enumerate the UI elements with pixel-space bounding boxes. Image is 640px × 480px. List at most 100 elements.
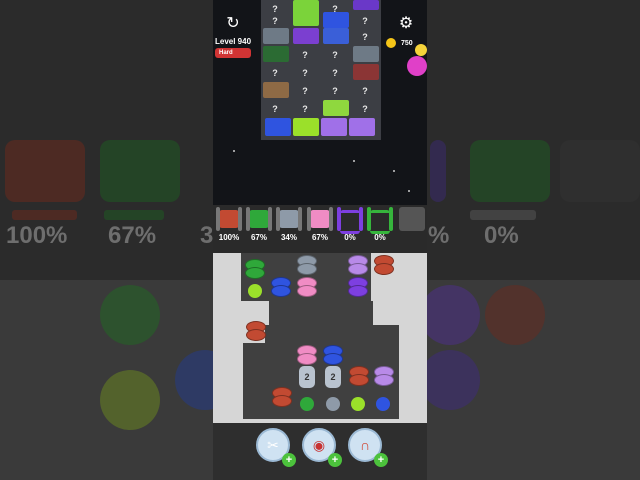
spool-percent: 34% <box>280 233 297 242</box>
ring-lavender[interactable] <box>348 263 368 275</box>
add-booster-button[interactable]: + <box>328 453 342 467</box>
restart-button[interactable]: ↻ <box>224 14 242 32</box>
spool-empty-slot <box>399 207 425 231</box>
difficulty-badge: Hard <box>215 48 251 58</box>
star <box>233 150 235 152</box>
bg-percent-5: 0% <box>484 222 519 249</box>
spool-percent: 0% <box>344 233 356 242</box>
hidden-cell: ? <box>362 31 368 42</box>
settings-button[interactable]: ⚙ <box>397 14 415 32</box>
ring-red[interactable] <box>374 263 394 275</box>
coin-count: 750 <box>401 40 413 47</box>
hidden-cell: ? <box>332 85 338 96</box>
spool-percent: 0% <box>374 233 386 242</box>
star <box>393 170 395 172</box>
pin-gray[interactable] <box>326 397 340 411</box>
bg-ring-purple <box>420 285 480 345</box>
level-label: Level 940 <box>215 37 252 46</box>
spool-percent: 100% <box>218 233 240 242</box>
pin-blue[interactable] <box>376 397 390 411</box>
hidden-cell: ? <box>332 67 338 78</box>
bg-ring-green <box>100 285 160 345</box>
spool-pink <box>307 207 333 231</box>
hidden-cell: ? <box>272 15 278 26</box>
star <box>353 160 355 162</box>
spool-green <box>246 207 272 231</box>
magnet-icon: ∩ <box>359 437 371 453</box>
bg-percent-1: 100% <box>6 222 68 249</box>
ring-red[interactable] <box>272 395 292 407</box>
fabric-block <box>293 0 319 26</box>
fabric-block-violet[interactable] <box>321 118 347 136</box>
ring-red[interactable] <box>349 374 369 386</box>
hidden-cell: ? <box>302 67 308 78</box>
hidden-cell: ? <box>362 85 368 96</box>
hidden-cell: ? <box>272 67 278 78</box>
star <box>408 190 410 192</box>
bg-progress-red <box>12 210 77 220</box>
game-screen: ? ? ? ? ? ? ? ? ? ? ? ? ? ? ? ? ↻ Level … <box>213 0 427 480</box>
fabric-block-lime[interactable] <box>293 118 319 136</box>
restart-icon: ↻ <box>226 15 240 32</box>
hidden-cell: ? <box>302 85 308 96</box>
spool-red <box>216 207 242 231</box>
bg-percent-2: 67% <box>108 222 157 249</box>
fabric-block <box>263 46 289 62</box>
bg-ring-lime <box>100 370 160 430</box>
fabric-block <box>353 0 379 10</box>
button-decoration-icon <box>407 56 427 76</box>
ring-purple[interactable] <box>348 285 368 297</box>
spool-percent: 67% <box>250 233 267 242</box>
ring-green[interactable] <box>245 267 265 279</box>
bg-percent-3: 3 <box>200 222 214 249</box>
fabric-block <box>323 28 349 44</box>
add-booster-button[interactable]: + <box>282 453 296 467</box>
ring-gray[interactable] <box>297 263 317 275</box>
bg-ring-red <box>485 285 545 345</box>
spool-gray <box>276 207 302 231</box>
fabric-block <box>263 28 289 44</box>
ring-lavender[interactable] <box>374 374 394 386</box>
spool-percent: 67% <box>311 233 328 242</box>
spool-green-empty <box>367 207 393 234</box>
fabric-block-blue[interactable] <box>265 118 291 136</box>
button-decoration-icon <box>415 44 427 56</box>
hidden-cell: ? <box>362 15 368 26</box>
fabric-block <box>293 28 319 44</box>
pin-green[interactable] <box>300 397 314 411</box>
fabric-block <box>353 64 379 80</box>
bg-progress-green <box>104 210 164 220</box>
hidden-cell: ? <box>272 103 278 114</box>
scissors-icon: ✂ <box>267 436 279 453</box>
spool-purple <box>337 207 363 234</box>
bg-spool-green-2 <box>470 140 550 202</box>
fabric-block-violet-2[interactable] <box>349 118 375 136</box>
bg-spool-empty <box>560 140 640 202</box>
hidden-cell: ? <box>362 103 368 114</box>
fabric-block <box>353 46 379 62</box>
add-booster-button[interactable]: + <box>374 453 388 467</box>
ring-red[interactable] <box>246 329 266 341</box>
fabric-block <box>323 12 349 28</box>
ring-blue[interactable] <box>271 285 291 297</box>
hidden-cell: ? <box>332 49 338 60</box>
locked-stack[interactable]: 2 <box>299 366 315 388</box>
fabric-block <box>263 82 289 98</box>
puzzle-grid: 2 2 <box>213 253 427 423</box>
pin-lime[interactable] <box>351 397 365 411</box>
ring-pink[interactable] <box>297 285 317 297</box>
spool-row: 100% 67% 34% 67% 0% 0% <box>213 205 427 253</box>
bg-percent-4: % <box>428 222 450 249</box>
gear-icon: ⚙ <box>398 15 414 32</box>
ring-pink[interactable] <box>297 353 317 365</box>
bg-spool-green <box>100 140 180 202</box>
thread-spool-icon: ◉ <box>312 436 326 453</box>
pin-lime[interactable] <box>248 284 262 298</box>
bg-spool-red <box>5 140 85 202</box>
hidden-cell: ? <box>302 49 308 60</box>
grid-region <box>269 301 373 325</box>
coin-icon <box>386 38 396 48</box>
ring-blue[interactable] <box>323 353 343 365</box>
bg-ring-purple-2 <box>420 350 480 410</box>
locked-stack[interactable]: 2 <box>325 366 341 388</box>
